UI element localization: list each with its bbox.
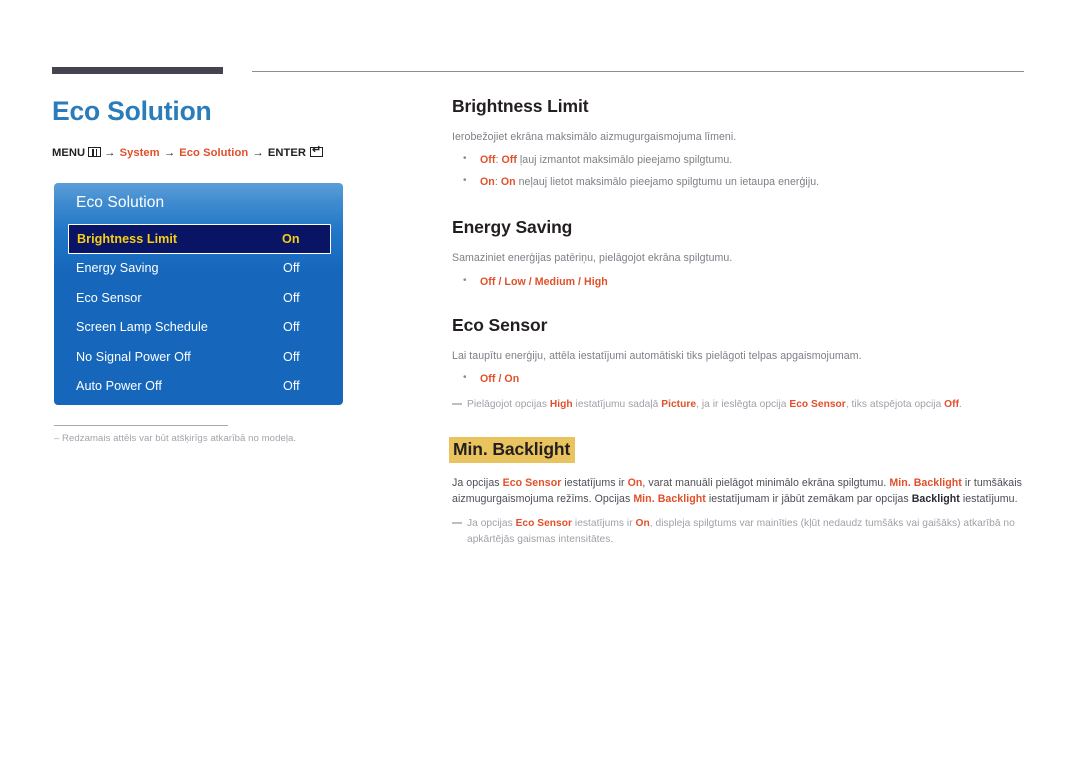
osd-row-value: Off	[283, 379, 300, 394]
breadcrumb-arrow-2: →	[163, 147, 176, 160]
right-column: Brightness Limit Ierobežojiet ekrāna mak…	[449, 96, 1024, 548]
bullet-list-brightness-limit: Off: Off ļauj izmantot maksimālo pieejam…	[452, 151, 1024, 190]
section-title-min-backlight: Min. Backlight	[449, 436, 576, 463]
note-term-eco-sensor: Eco Sensor	[515, 518, 573, 530]
option-key-off: Off	[480, 154, 496, 167]
option-value-on: On	[500, 175, 516, 188]
note-eco-sensor: Pielāgojot opcijas High iestatījumu sada…	[452, 397, 1024, 413]
section-intro-energy-saving: Samaziniet enerģijas patēriņu, pielāgojo…	[452, 252, 733, 265]
osd-row-value: Off	[283, 290, 300, 305]
osd-row-no-signal-power-off[interactable]: No Signal Power Off Off	[68, 342, 331, 372]
osd-row-label: Screen Lamp Schedule	[76, 320, 208, 335]
body-text: iestatījumam ir jābūt zemākam par opcija…	[705, 493, 912, 506]
footnote-text: Redzamais attēls var būt atšķirīgs atkar…	[62, 433, 297, 444]
option-value-off: Off	[501, 154, 517, 167]
section-intro-eco-sensor: Lai taupītu enerģiju, attēla iestatījumi…	[452, 350, 862, 363]
osd-row-screen-lamp-schedule[interactable]: Screen Lamp Schedule Off	[68, 313, 331, 343]
osd-panel: Eco Solution Brightness Limit On Energy …	[54, 183, 343, 405]
section-title-brightness-limit: Brightness Limit	[452, 96, 589, 116]
osd-row-value: Off	[283, 349, 300, 364]
breadcrumb-arrow-1: →	[104, 147, 116, 160]
osd-row-label: Brightness Limit	[77, 231, 178, 246]
osd-row-label: Auto Power Off	[76, 379, 162, 394]
breadcrumb-step-eco-solution[interactable]: Eco Solution	[179, 147, 248, 159]
term-min-backlight: Min. Backlight	[889, 476, 962, 489]
note-term-on: On	[635, 518, 650, 530]
section-intro-brightness-limit: Ierobežojiet ekrāna maksimālo aizmugurga…	[452, 131, 737, 143]
osd-row-value: Off	[283, 320, 300, 335]
osd-row-energy-saving[interactable]: Energy Saving Off	[68, 254, 331, 284]
osd-row-label: No Signal Power Off	[76, 349, 191, 364]
option-list-eco-sensor: Off / On	[480, 373, 520, 386]
term-on: On	[627, 476, 643, 489]
option-list-energy-saving: Off / Low / Medium / High	[480, 275, 608, 288]
term-min-backlight-2: Min. Backlight	[633, 493, 706, 506]
body-text: , varat manuāli pielāgot minimālo ekrāna…	[642, 476, 890, 489]
breadcrumb-arrow-3: →	[252, 147, 264, 160]
bullet-list-energy-saving: Off / Low / Medium / High	[452, 273, 1024, 290]
osd-row-label: Energy Saving	[76, 261, 159, 276]
osd-panel-title: Eco Solution	[76, 194, 165, 211]
term-backlight: Backlight	[911, 493, 960, 506]
osd-row-brightness-limit[interactable]: Brightness Limit On	[68, 224, 331, 254]
section-title-eco-sensor: Eco Sensor	[452, 315, 548, 336]
osd-row-value: Off	[283, 261, 300, 276]
note-term-picture: Picture	[661, 398, 697, 410]
note-text: .	[959, 398, 962, 410]
note-text: iestatījums ir	[572, 518, 636, 530]
note-term-eco-sensor: Eco Sensor	[789, 398, 846, 410]
note-term-high: High	[549, 398, 573, 410]
breadcrumb-enter-label: ENTER	[267, 147, 306, 160]
note-text: iestatījumu sadaļā	[572, 398, 662, 410]
note-text: Ja opcijas	[467, 518, 516, 530]
breadcrumb: MENU → System → Eco Solution → ENTER	[52, 145, 422, 160]
body-text: iestatījumu.	[959, 493, 1018, 506]
osd-menu-list: Brightness Limit On Energy Saving Off Ec…	[68, 224, 331, 401]
option-desc: neļauj lietot maksimālo pieejamo spilgtu…	[515, 175, 820, 188]
section-title-energy-saving: Energy Saving	[452, 217, 573, 238]
list-item: Off: Off ļauj izmantot maksimālo pieejam…	[452, 151, 1024, 168]
section-body-min-backlight: Ja opcijas Eco Sensor iestatījums ir On,…	[452, 475, 1024, 508]
note-text: , ja ir ieslēgta opcija	[696, 398, 790, 410]
breadcrumb-menu-label: MENU	[52, 147, 86, 160]
list-item: On: On neļauj lietot maksimālo pieejamo …	[452, 173, 1024, 190]
footnote: – Redzamais attēls var būt atšķirīgs atka…	[54, 432, 384, 446]
option-desc: ļauj izmantot maksimālo pieejamo spilgtu…	[516, 154, 733, 167]
note-term-off: Off	[944, 398, 960, 410]
osd-row-auto-power-off[interactable]: Auto Power Off Off	[68, 372, 331, 402]
menu-grid-icon	[88, 147, 102, 158]
bullet-list-eco-sensor: Off / On	[452, 370, 1024, 387]
note-min-backlight: Ja opcijas Eco Sensor iestatījums ir On,…	[452, 516, 1024, 548]
list-item: Off / On	[452, 370, 1024, 387]
header-rule-thick	[52, 67, 223, 74]
list-item: Off / Low / Medium / High	[452, 273, 1024, 290]
header-rule-thin	[252, 71, 1024, 72]
body-text: iestatījums ir	[561, 476, 628, 489]
osd-row-eco-sensor[interactable]: Eco Sensor Off	[68, 283, 331, 313]
footnote-rule	[54, 425, 228, 426]
note-text: , tiks atspējota opcija	[845, 398, 945, 410]
body-text: Ja opcijas	[452, 476, 503, 489]
footnote-dash-icon: –	[54, 433, 60, 444]
page-title: Eco Solution	[52, 96, 212, 126]
left-column: Eco Solution MENU → System → Eco Solution…	[52, 96, 422, 159]
term-eco-sensor: Eco Sensor	[502, 476, 562, 489]
enter-key-icon	[310, 145, 323, 158]
osd-row-value: On	[282, 231, 300, 246]
breadcrumb-step-system[interactable]: System	[120, 147, 160, 159]
option-key-on: On	[480, 175, 495, 188]
osd-row-label: Eco Sensor	[76, 290, 142, 305]
note-text: Pielāgojot opcijas	[467, 398, 550, 410]
